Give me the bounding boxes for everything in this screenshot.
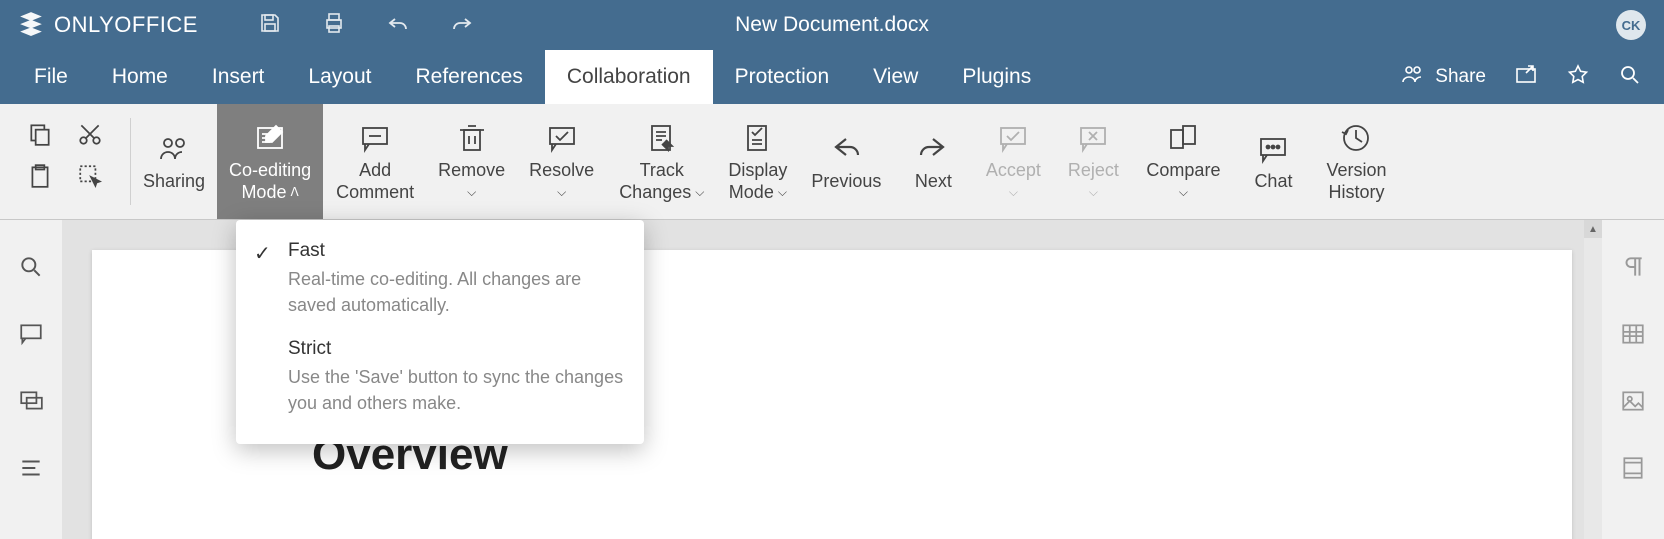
remove-comment-button[interactable]: Remove ⌵: [426, 104, 517, 219]
caret-down-icon: ⌵: [1009, 181, 1018, 203]
title-right: CK: [1616, 10, 1646, 40]
reject-change-button: Reject ⌵: [1053, 104, 1133, 219]
chat-icon: [1257, 132, 1289, 166]
menu-layout[interactable]: Layout: [286, 50, 393, 104]
coediting-icon: [254, 121, 286, 155]
share-users-icon: [1401, 62, 1425, 92]
track-changes-button[interactable]: Track Changes ⌵: [607, 104, 716, 219]
cut-icon[interactable]: [77, 121, 103, 152]
menu-protection[interactable]: Protection: [713, 50, 852, 104]
save-icon[interactable]: [258, 11, 282, 40]
left-sidebar: [0, 220, 62, 539]
redo-icon[interactable]: [450, 11, 474, 40]
image-settings-icon[interactable]: [1620, 388, 1646, 419]
copy-icon[interactable]: [27, 121, 53, 152]
caret-down-icon: ⌵: [1089, 181, 1098, 203]
caret-down-icon: ⌵: [1179, 181, 1188, 203]
undo-icon[interactable]: [386, 11, 410, 40]
menu-file[interactable]: File: [12, 50, 90, 104]
title-quick-buttons: [258, 11, 474, 40]
caret-down-icon: ⌵: [695, 181, 704, 203]
check-icon: ✓: [254, 241, 271, 266]
reject-x-icon: [1077, 121, 1109, 155]
caret-down-icon: ⌵: [778, 181, 787, 203]
comments-panel-icon[interactable]: [18, 321, 44, 352]
title-bar: ONLYOFFICE New Document.docx CK: [0, 0, 1664, 50]
favorite-star-icon[interactable]: [1566, 63, 1590, 92]
accept-change-button: Accept ⌵: [973, 104, 1053, 219]
print-icon[interactable]: [322, 11, 346, 40]
menu-bar: File Home Insert Layout References Colla…: [0, 50, 1664, 104]
accept-check-icon: [997, 121, 1029, 155]
ribbon-collaboration-group: Sharing Co-editing Mode ᐱ Add Comment Re…: [131, 104, 1399, 219]
navigation-panel-icon[interactable]: [18, 455, 44, 486]
previous-change-button[interactable]: Previous: [799, 104, 893, 219]
caret-up-icon: ᐱ: [290, 181, 298, 203]
paste-icon[interactable]: [27, 163, 53, 194]
vertical-scrollbar[interactable]: ▲: [1584, 220, 1602, 539]
logo: ONLYOFFICE: [18, 10, 198, 41]
track-changes-icon: [646, 121, 678, 155]
resolve-comment-button[interactable]: Resolve ⌵: [517, 104, 606, 219]
display-mode-icon: [742, 121, 774, 155]
ribbon-clipboard-column: [0, 104, 130, 219]
sharing-icon: [158, 132, 190, 166]
menu-collaboration[interactable]: Collaboration: [545, 50, 713, 104]
coediting-fast-option[interactable]: ✓ Fast Real-time co-editing. All changes…: [236, 234, 644, 332]
menu-plugins[interactable]: Plugins: [940, 50, 1053, 104]
caret-down-icon: ⌵: [557, 181, 566, 203]
header-footer-icon[interactable]: [1620, 455, 1646, 486]
menu-insert[interactable]: Insert: [190, 50, 287, 104]
menu-home[interactable]: Home: [90, 50, 190, 104]
history-icon: [1340, 121, 1372, 155]
compare-button[interactable]: Compare ⌵: [1134, 104, 1232, 219]
paragraph-settings-icon[interactable]: [1620, 254, 1646, 285]
ribbon-toolbar: Sharing Co-editing Mode ᐱ Add Comment Re…: [0, 104, 1664, 220]
fast-description: Real-time co-editing. All changes are sa…: [288, 266, 624, 318]
strict-description: Use the 'Save' button to sync the change…: [288, 364, 624, 416]
previous-arrow-icon: [830, 132, 862, 166]
coediting-strict-option[interactable]: Strict Use the 'Save' button to sync the…: [236, 332, 644, 430]
coediting-mode-button[interactable]: Co-editing Mode ᐱ: [217, 104, 323, 219]
menu-right-actions: Share: [1401, 50, 1664, 104]
table-settings-icon[interactable]: [1620, 321, 1646, 352]
sharing-label: Sharing: [143, 170, 205, 192]
caret-down-icon: ⌵: [467, 181, 476, 203]
next-arrow-icon: [917, 132, 949, 166]
app-name: ONLYOFFICE: [54, 12, 198, 38]
menu-references[interactable]: References: [393, 50, 544, 104]
user-avatar[interactable]: CK: [1616, 10, 1646, 40]
trash-icon: [456, 121, 488, 155]
right-sidebar: [1602, 220, 1664, 539]
document-title: New Document.docx: [735, 13, 929, 37]
share-label: Share: [1435, 66, 1486, 88]
share-button[interactable]: Share: [1401, 62, 1486, 92]
sharing-button[interactable]: Sharing: [131, 104, 217, 219]
next-change-button[interactable]: Next: [893, 104, 973, 219]
strict-title: Strict: [288, 338, 624, 360]
scroll-up-icon[interactable]: ▲: [1584, 220, 1602, 238]
onlyoffice-logo-icon: [18, 10, 44, 41]
coediting-mode-dropdown: ✓ Fast Real-time co-editing. All changes…: [236, 220, 644, 444]
add-comment-icon: [359, 121, 391, 155]
open-location-icon[interactable]: [1514, 63, 1538, 92]
menu-view[interactable]: View: [851, 50, 940, 104]
resolve-icon: [546, 121, 578, 155]
fast-title: Fast: [288, 240, 624, 262]
compare-icon: [1167, 121, 1199, 155]
chat-panel-icon[interactable]: [18, 388, 44, 419]
find-icon[interactable]: [18, 254, 44, 285]
chat-button[interactable]: Chat: [1233, 104, 1313, 219]
version-history-button[interactable]: Version History: [1314, 104, 1398, 219]
search-icon[interactable]: [1618, 63, 1642, 92]
add-comment-button[interactable]: Add Comment: [324, 104, 426, 219]
display-mode-button[interactable]: Display Mode ⌵: [716, 104, 799, 219]
select-icon[interactable]: [77, 163, 103, 194]
